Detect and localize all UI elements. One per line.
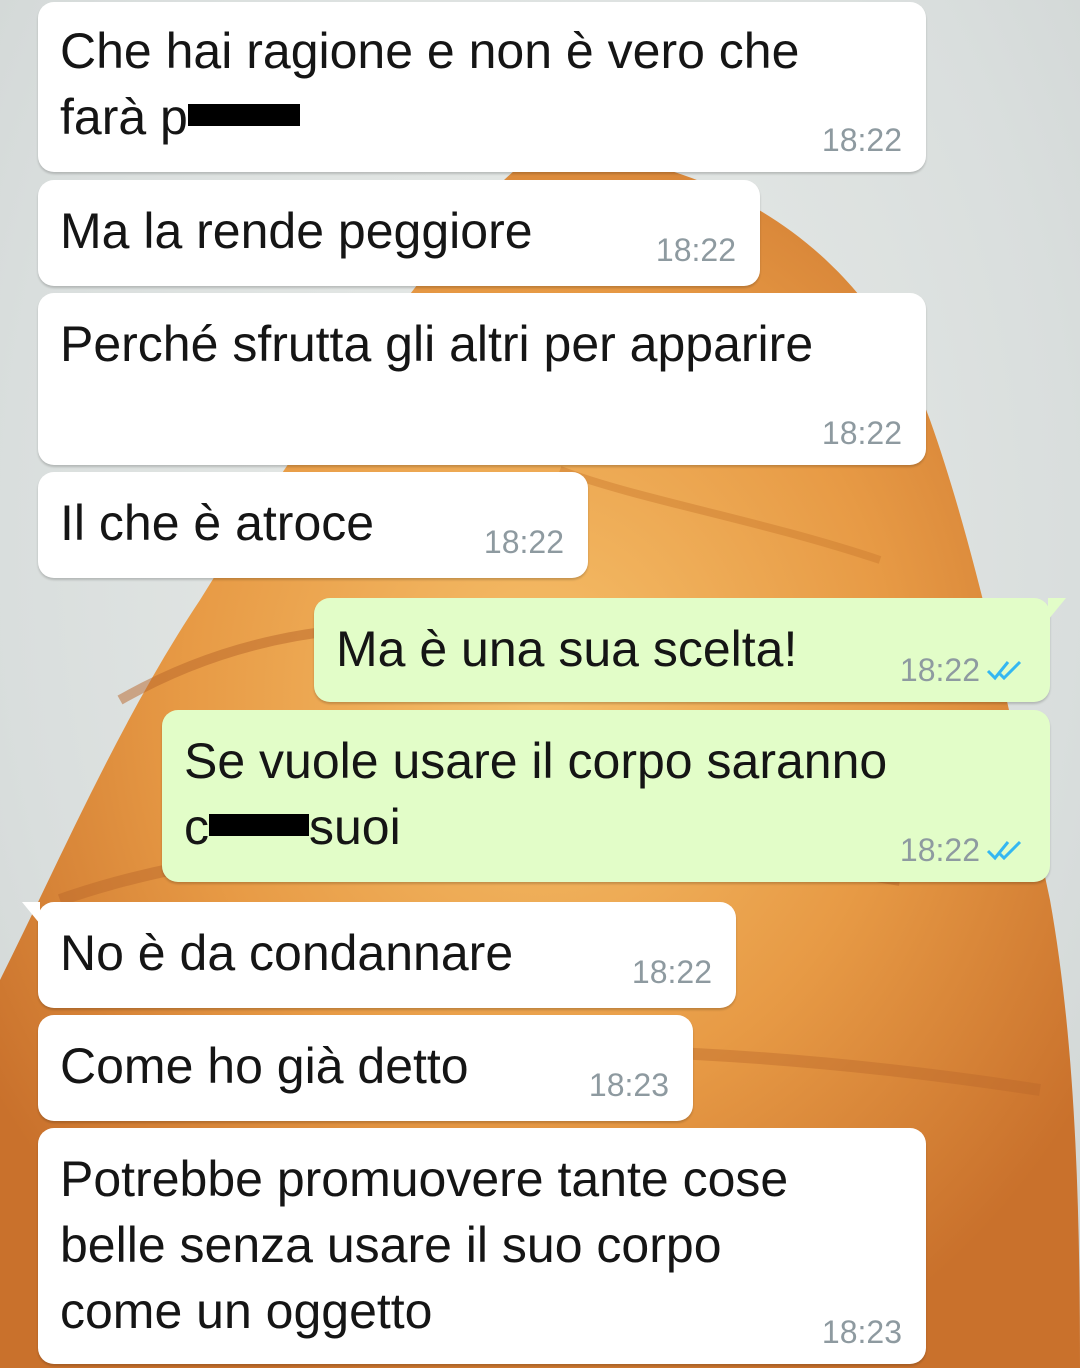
message-time: 18:22 [821,122,902,158]
redacted-text-block [209,813,309,836]
message-time: 18:23 [821,1314,902,1350]
message-text: Che hai ragione e non è vero che farà p [60,23,800,145]
message-text: Ma è una sua scelta! [336,621,798,677]
bubble-tail [22,902,40,924]
message-bubble-outgoing[interactable]: Ma è una sua scelta! 18:22 [314,598,1066,702]
message-text: Come ho già detto [60,1038,469,1094]
message-bubble-incoming[interactable]: Come ho già detto 18:23 [38,1015,693,1121]
message-text: Ma la rende peggiore [60,203,533,259]
message-text: No è da condannare [60,925,514,981]
message-bubble-incoming[interactable]: Ma la rende peggiore 18:22 [38,180,760,286]
redacted-text-block [187,103,300,126]
bubble-tail [1048,598,1066,620]
message-bubble-incoming[interactable]: Potrebbe promuovere tante cose belle sen… [38,1128,926,1364]
message-bubble-incoming[interactable]: Il che è atroce 18:22 [38,472,588,578]
message-bubble-incoming[interactable]: No è da condannare 18:22 [22,902,736,1008]
message-text: Potrebbe promuovere tante cose belle sen… [60,1151,789,1339]
message-time: 18:22 [900,652,1026,688]
message-text: Perché sfrutta gli altri per apparire [60,316,814,372]
message-time: 18:22 [655,232,736,268]
message-time: 18:22 [483,524,564,560]
double-check-read-icon [986,660,1022,681]
message-time: 18:22 [900,832,1026,868]
message-time: 18:23 [588,1067,669,1103]
message-text: Se vuole usare il corpo saranno c suoi [184,733,888,855]
message-time: 18:22 [631,954,712,990]
message-bubble-outgoing[interactable]: Se vuole usare il corpo saranno c suoi 18… [162,710,1050,882]
message-bubble-incoming[interactable]: Perché sfrutta gli altri per apparire 18… [38,293,926,465]
message-time: 18:22 [821,415,902,451]
message-bubble-incoming[interactable]: Che hai ragione e non è vero che farà p … [38,2,926,172]
double-check-read-icon [986,840,1022,861]
